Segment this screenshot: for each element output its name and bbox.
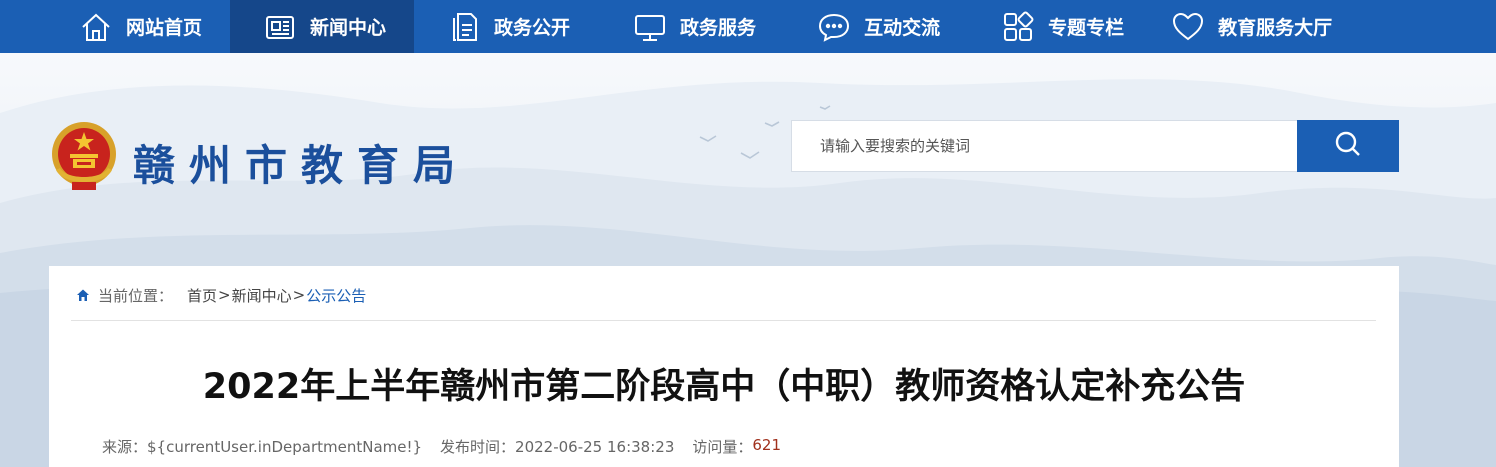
breadcrumb-label: 当前位置： <box>98 286 174 305</box>
nav-label: 教育服务大厅 <box>1218 17 1333 39</box>
search-input[interactable] <box>820 137 1297 155</box>
nav-item-home[interactable]: 网站首页 <box>62 0 230 53</box>
newspaper-icon <box>260 7 300 47</box>
article-publish-time: 发布时间：2022-06-25 16:38:23 <box>440 438 675 456</box>
nav-item-topics[interactable]: 专题专栏 <box>968 0 1146 53</box>
article-views-count: 621 <box>752 436 782 454</box>
search-icon <box>1333 129 1363 163</box>
breadcrumb-news[interactable]: 新闻中心 <box>232 285 292 306</box>
site-title: 赣州市教育局 <box>133 141 470 190</box>
grid-icon <box>998 7 1038 47</box>
content-card: 当前位置： 首页 > 新闻中心 > 公示公告 2022年上半年赣州市第二阶段高中… <box>49 266 1399 467</box>
nav-label: 网站首页 <box>126 17 203 39</box>
breadcrumb-home[interactable]: 首页 <box>187 285 217 306</box>
article-source: 来源：${currentUser.inDepartmentName!} <box>102 438 423 456</box>
nav-label: 互动交流 <box>864 17 941 39</box>
article-meta: 来源：${currentUser.inDepartmentName!} 发布时间… <box>102 436 781 457</box>
nav-label: 政务公开 <box>494 17 571 39</box>
breadcrumb: 当前位置： 首页 > 新闻中心 > 公示公告 <box>76 283 366 307</box>
article-views-label: 访问量： <box>692 438 753 456</box>
breadcrumb-separator: > <box>218 286 231 304</box>
breadcrumb-divider <box>71 320 1376 321</box>
breadcrumb-notices[interactable]: 公示公告 <box>306 285 366 306</box>
nav-item-gov-service[interactable]: 政务服务 <box>598 0 784 53</box>
nav-item-gov-info[interactable]: 政务公开 <box>414 0 598 53</box>
breadcrumb-separator: > <box>292 286 306 304</box>
top-nav: 网站首页 新闻中心 政务公开 政务服务 互动交流 专题专栏 教育服务大厅 <box>0 0 1496 53</box>
monitor-icon <box>630 7 670 47</box>
chat-icon <box>814 7 854 47</box>
article-title: 2022年上半年赣州市第二阶段高中（中职）教师资格认定补充公告 <box>202 367 1246 407</box>
breadcrumb-home-icon <box>76 288 90 302</box>
nav-label: 新闻中心 <box>310 17 387 39</box>
nav-label: 专题专栏 <box>1048 17 1125 39</box>
home-icon <box>76 7 116 47</box>
nav-label: 政务服务 <box>680 17 757 39</box>
heart-icon <box>1168 7 1208 47</box>
search-button[interactable] <box>1297 120 1399 172</box>
nav-item-news[interactable]: 新闻中心 <box>230 0 415 53</box>
nav-item-edu-service-hall[interactable]: 教育服务大厅 <box>1146 0 1352 53</box>
national-emblem-logo <box>48 120 120 194</box>
document-icon <box>444 7 484 47</box>
search-box <box>791 120 1298 172</box>
nav-item-interaction[interactable]: 互动交流 <box>784 0 968 53</box>
